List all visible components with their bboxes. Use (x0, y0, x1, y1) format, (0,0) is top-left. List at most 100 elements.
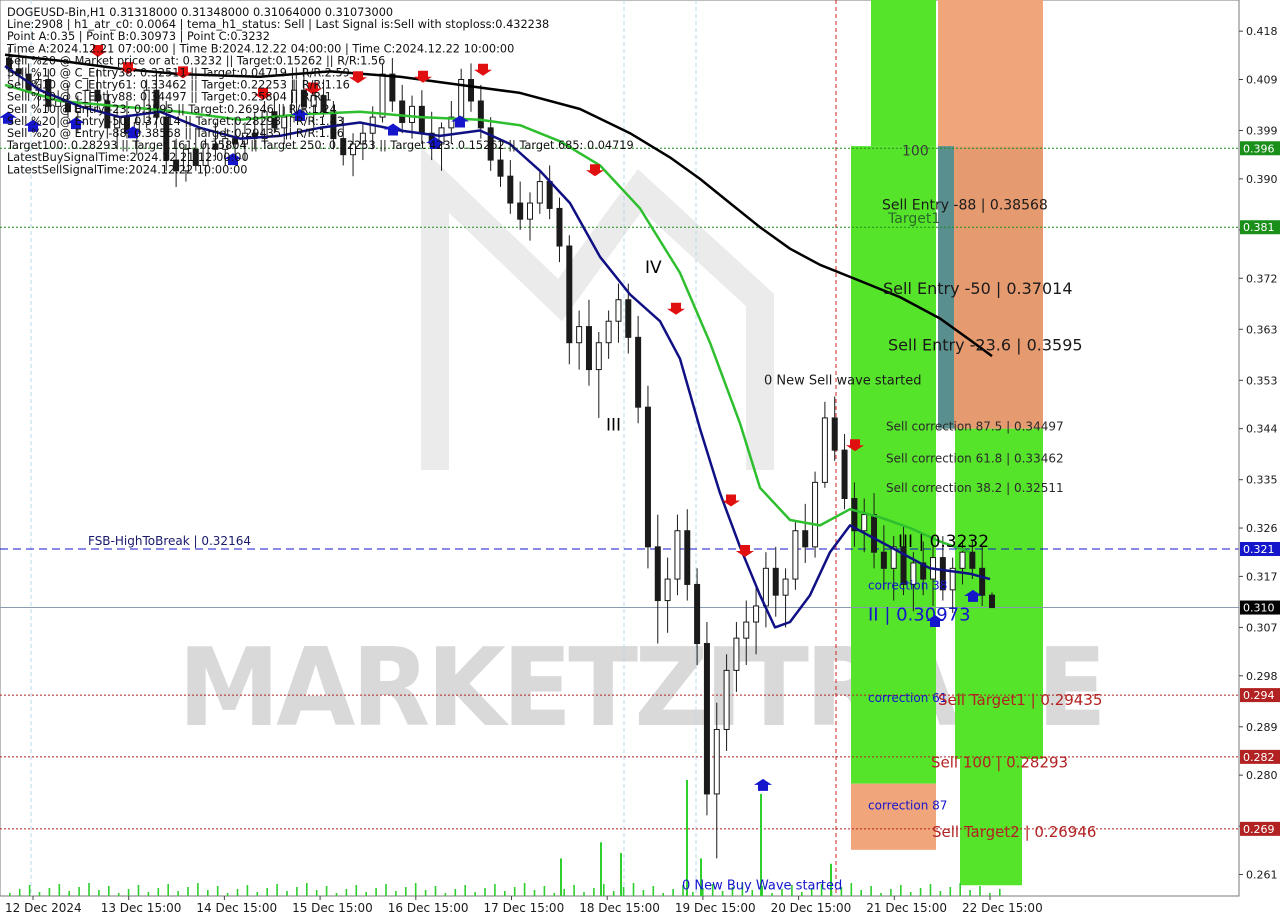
volume-bar (989, 893, 991, 896)
price-tick-label: 0.307 (1246, 621, 1278, 634)
level-text-2: FSB-HighToBreak | 0.32164 (88, 534, 251, 548)
candle-body (664, 578, 671, 602)
annotation-label: Sell correction 38.2 | 0.32511 (886, 481, 1064, 495)
volume-bar (464, 885, 466, 896)
volume-bar (494, 884, 496, 896)
annotation-label: IV (645, 258, 662, 278)
volume-bar (919, 888, 922, 896)
volume-bar (959, 883, 961, 896)
header-line: DOGEUSD-Bin,H1 0.31318000 0.31348000 0.3… (7, 6, 393, 19)
price-tag-label: 0.310 (1243, 602, 1275, 615)
candle-body (644, 406, 651, 548)
volume-bar (127, 889, 130, 896)
volume-bar (78, 887, 80, 896)
candle-body (861, 514, 868, 532)
volume-bar (226, 893, 229, 896)
candle-body (409, 105, 416, 123)
volume-bar (513, 887, 516, 896)
annotation-label: Sell Entry -23.6 | 0.3595 (888, 335, 1083, 354)
candle-body (635, 336, 642, 408)
volume-bar (999, 889, 1001, 896)
price-tick-label: 0.390 (1246, 173, 1278, 186)
volume-bar (286, 891, 288, 896)
price-tick-label: 0.280 (1246, 769, 1278, 782)
date-label: 13 Dec 15:00 (101, 901, 182, 915)
volume-bar (553, 893, 556, 896)
annotation-label: Sell correction 61.8 | 0.33462 (886, 451, 1064, 465)
date-label: 16 Dec 15:00 (388, 901, 469, 915)
volume-bar (325, 886, 328, 896)
volume-bar (850, 883, 853, 896)
volume-bar (306, 883, 308, 896)
annotation-label: Sell correction 87.5 | 0.34497 (886, 420, 1064, 434)
zone-1 (938, 0, 1043, 147)
volume-bar (276, 884, 278, 896)
volume-bar (266, 888, 268, 896)
volume-bar (414, 883, 417, 896)
volume-bar (375, 888, 377, 896)
candle-body (880, 551, 887, 569)
header-line: Time A:2024.12.21 07:00:00 | Time B:2024… (6, 42, 514, 55)
volume-bar (504, 891, 506, 896)
candle-body (546, 181, 553, 209)
volume-bar (900, 885, 902, 896)
volume-bar (860, 890, 862, 896)
candle-body (615, 299, 622, 322)
price-tick-label: 0.353 (1246, 374, 1278, 387)
candle-body (802, 530, 809, 548)
volume-bar (355, 885, 358, 896)
volume-bar (880, 893, 882, 896)
candle-body (959, 551, 966, 569)
candle-body (762, 567, 769, 607)
candle-body (625, 299, 632, 338)
volume-bar (296, 887, 298, 896)
price-tick-label: 0.326 (1246, 522, 1278, 535)
volume-bar (28, 885, 31, 896)
header-line: Sell %10 @ Entry -23: 0.3595 || Target:0… (7, 103, 337, 116)
price-tick-label: 0.363 (1246, 323, 1278, 336)
volume-bar (236, 889, 239, 896)
volume-bar (246, 885, 249, 896)
volume-bar (167, 884, 169, 896)
candle-body (576, 326, 583, 344)
candle-body (841, 449, 848, 499)
date-label: 18 Dec 15:00 (579, 901, 660, 915)
candle-body (821, 417, 828, 483)
zone-3 (851, 783, 936, 850)
annotation-label: Sell Entry -50 | 0.37014 (883, 279, 1073, 298)
volume-bar (632, 883, 635, 896)
volume-bar (157, 888, 160, 896)
annotation-label: III | 0.3232 (898, 532, 989, 552)
price-tag-label: 0.396 (1243, 142, 1275, 155)
price-tick-label: 0.409 (1246, 74, 1278, 87)
volume-bar (58, 884, 61, 896)
volume-bar (622, 887, 625, 896)
volume-bar (523, 883, 526, 896)
volume-bar (38, 892, 41, 896)
volume-bar (197, 883, 199, 896)
candle-body (517, 202, 524, 220)
candle-body (556, 207, 563, 247)
volume-bar (68, 891, 70, 896)
candle-body (782, 578, 789, 596)
volume-bar (117, 893, 120, 896)
volume-bar (563, 889, 565, 896)
candle-body (536, 181, 543, 204)
annotation-label: 100 (902, 143, 929, 159)
annotation-label: III (606, 415, 621, 435)
volume-bar (929, 884, 932, 896)
candle-body (399, 100, 406, 123)
price-chart-svg[interactable]: MARKETZITRADE FSB-HighToBreak | 0.32164 … (0, 0, 1280, 920)
candle-body (753, 605, 760, 623)
annotation-label: correction 38 (868, 579, 947, 593)
volume-bar (870, 886, 872, 896)
price-tick-label: 0.317 (1246, 570, 1278, 583)
volume-bar (315, 890, 318, 896)
candle-body (389, 73, 396, 102)
candle-body (723, 669, 730, 730)
volume-bar (98, 890, 100, 896)
volume-bar (9, 893, 11, 896)
price-tick-label: 0.289 (1246, 721, 1278, 734)
volume-bar (335, 893, 338, 896)
candle-body (418, 105, 425, 134)
